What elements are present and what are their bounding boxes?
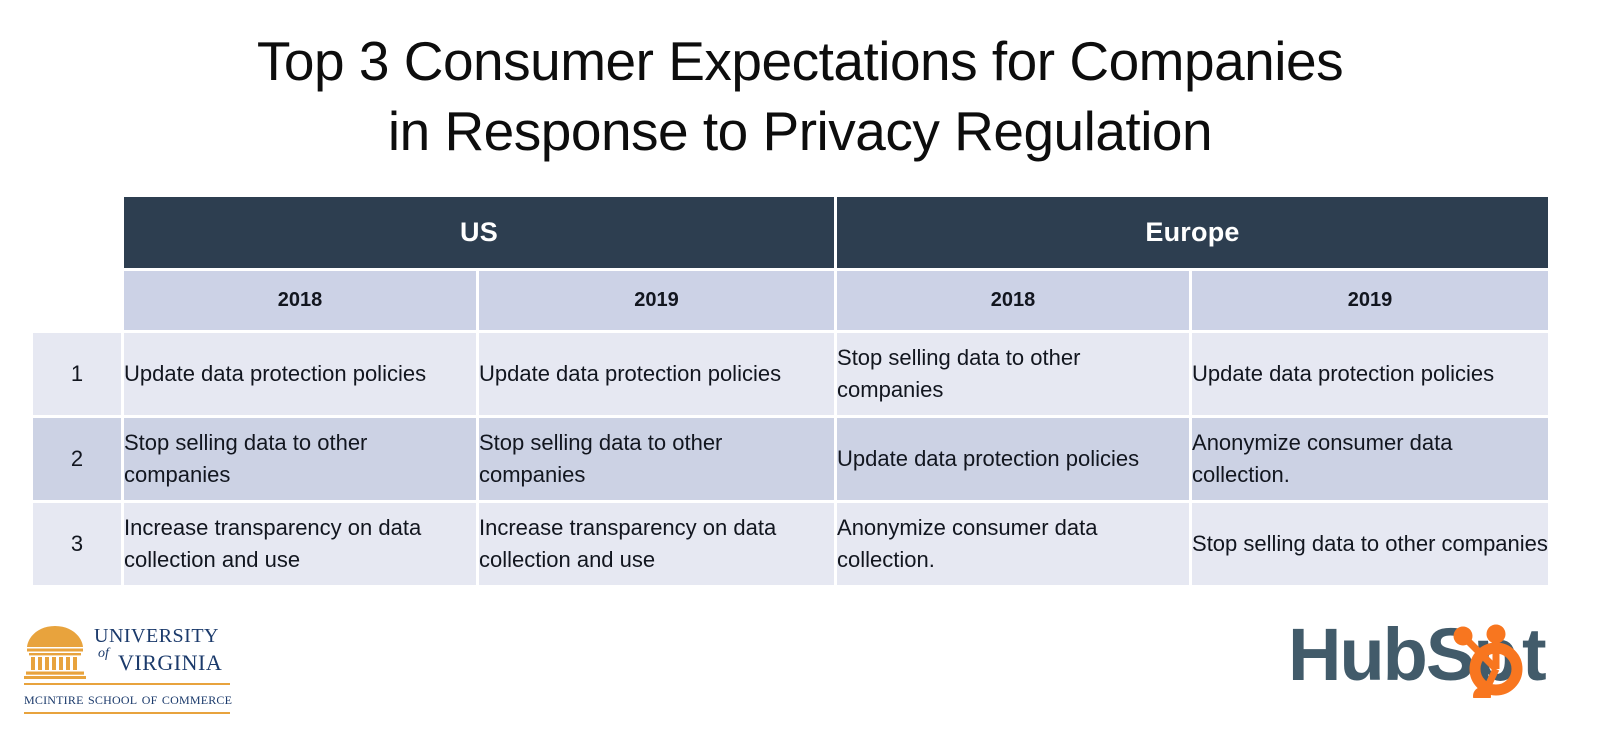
uva-divider-rule-bottom [24, 712, 230, 714]
year-header-us-2019: 2019 [479, 271, 835, 330]
corner-spacer [33, 197, 121, 268]
rank-cell-3: 3 [33, 503, 121, 585]
cell-us-2018-rank1: Update data protection policies [124, 333, 476, 415]
year-header-europe-2019: 2019 [1192, 271, 1549, 330]
cell-europe-2019-rank2: Anonymize consumer data collection. [1192, 418, 1549, 500]
rank-cell-2: 2 [33, 418, 121, 500]
expectations-table: US Europe 2018 2019 2018 2019 1 Update d… [30, 194, 1551, 588]
cell-us-2018-rank3: Increase transparency on data collection… [124, 503, 476, 585]
table-year-header-row: 2018 2019 2018 2019 [33, 271, 1549, 330]
rotunda-icon [24, 626, 86, 679]
page-title-line-1: Top 3 Consumer Expectations for Companie… [256, 30, 1344, 92]
page-title: Top 3 Consumer Expectations for Companie… [0, 26, 1600, 167]
uva-of-text: of [98, 646, 109, 661]
year-header-us-2018: 2018 [124, 271, 476, 330]
cell-us-2018-rank2: Stop selling data to other companies [124, 418, 476, 500]
uva-divider-rule-top [24, 683, 230, 685]
cell-europe-2019-rank1: Update data protection policies [1192, 333, 1549, 415]
cell-europe-2019-rank3: Stop selling data to other companies [1192, 503, 1549, 585]
page-title-line-2: in Response to Privacy Regulation [387, 100, 1213, 163]
cell-us-2019-rank1: Update data protection policies [479, 333, 835, 415]
uva-mcintire-logo: University of Virginia McIntire School o… [24, 618, 254, 714]
hubspot-logo: HubSp t [1288, 612, 1568, 698]
cell-us-2019-rank2: Stop selling data to other companies [479, 418, 835, 500]
cell-europe-2018-rank3: Anonymize consumer data collection. [837, 503, 1190, 585]
table-row: 2 Stop selling data to other companies S… [33, 418, 1549, 500]
cell-europe-2018-rank1: Stop selling data to other companies [837, 333, 1190, 415]
hubspot-wordmark-end: t [1522, 613, 1546, 696]
table-region-header-row: US Europe [33, 197, 1549, 268]
region-header-us: US [124, 197, 835, 268]
uva-virginia-text: Virginia [118, 642, 223, 677]
uva-wordmark: University of Virginia [94, 620, 254, 680]
expectations-table-container: US Europe 2018 2019 2018 2019 1 Update d… [30, 194, 1549, 588]
uva-logo-top: University of Virginia [24, 618, 254, 680]
rank-cell-1: 1 [33, 333, 121, 415]
region-header-europe: Europe [837, 197, 1549, 268]
cell-europe-2018-rank2: Update data protection policies [837, 418, 1190, 500]
hubspot-logo-graphic: HubSp t [1288, 613, 1548, 698]
uva-school-text: McIntire School of Commerce [24, 689, 233, 708]
year-header-europe-2018: 2018 [837, 271, 1190, 330]
table-row: 1 Update data protection policies Update… [33, 333, 1549, 415]
cell-us-2019-rank3: Increase transparency on data collection… [479, 503, 835, 585]
corner-spacer-2 [33, 271, 121, 330]
table-row: 3 Increase transparency on data collecti… [33, 503, 1549, 585]
